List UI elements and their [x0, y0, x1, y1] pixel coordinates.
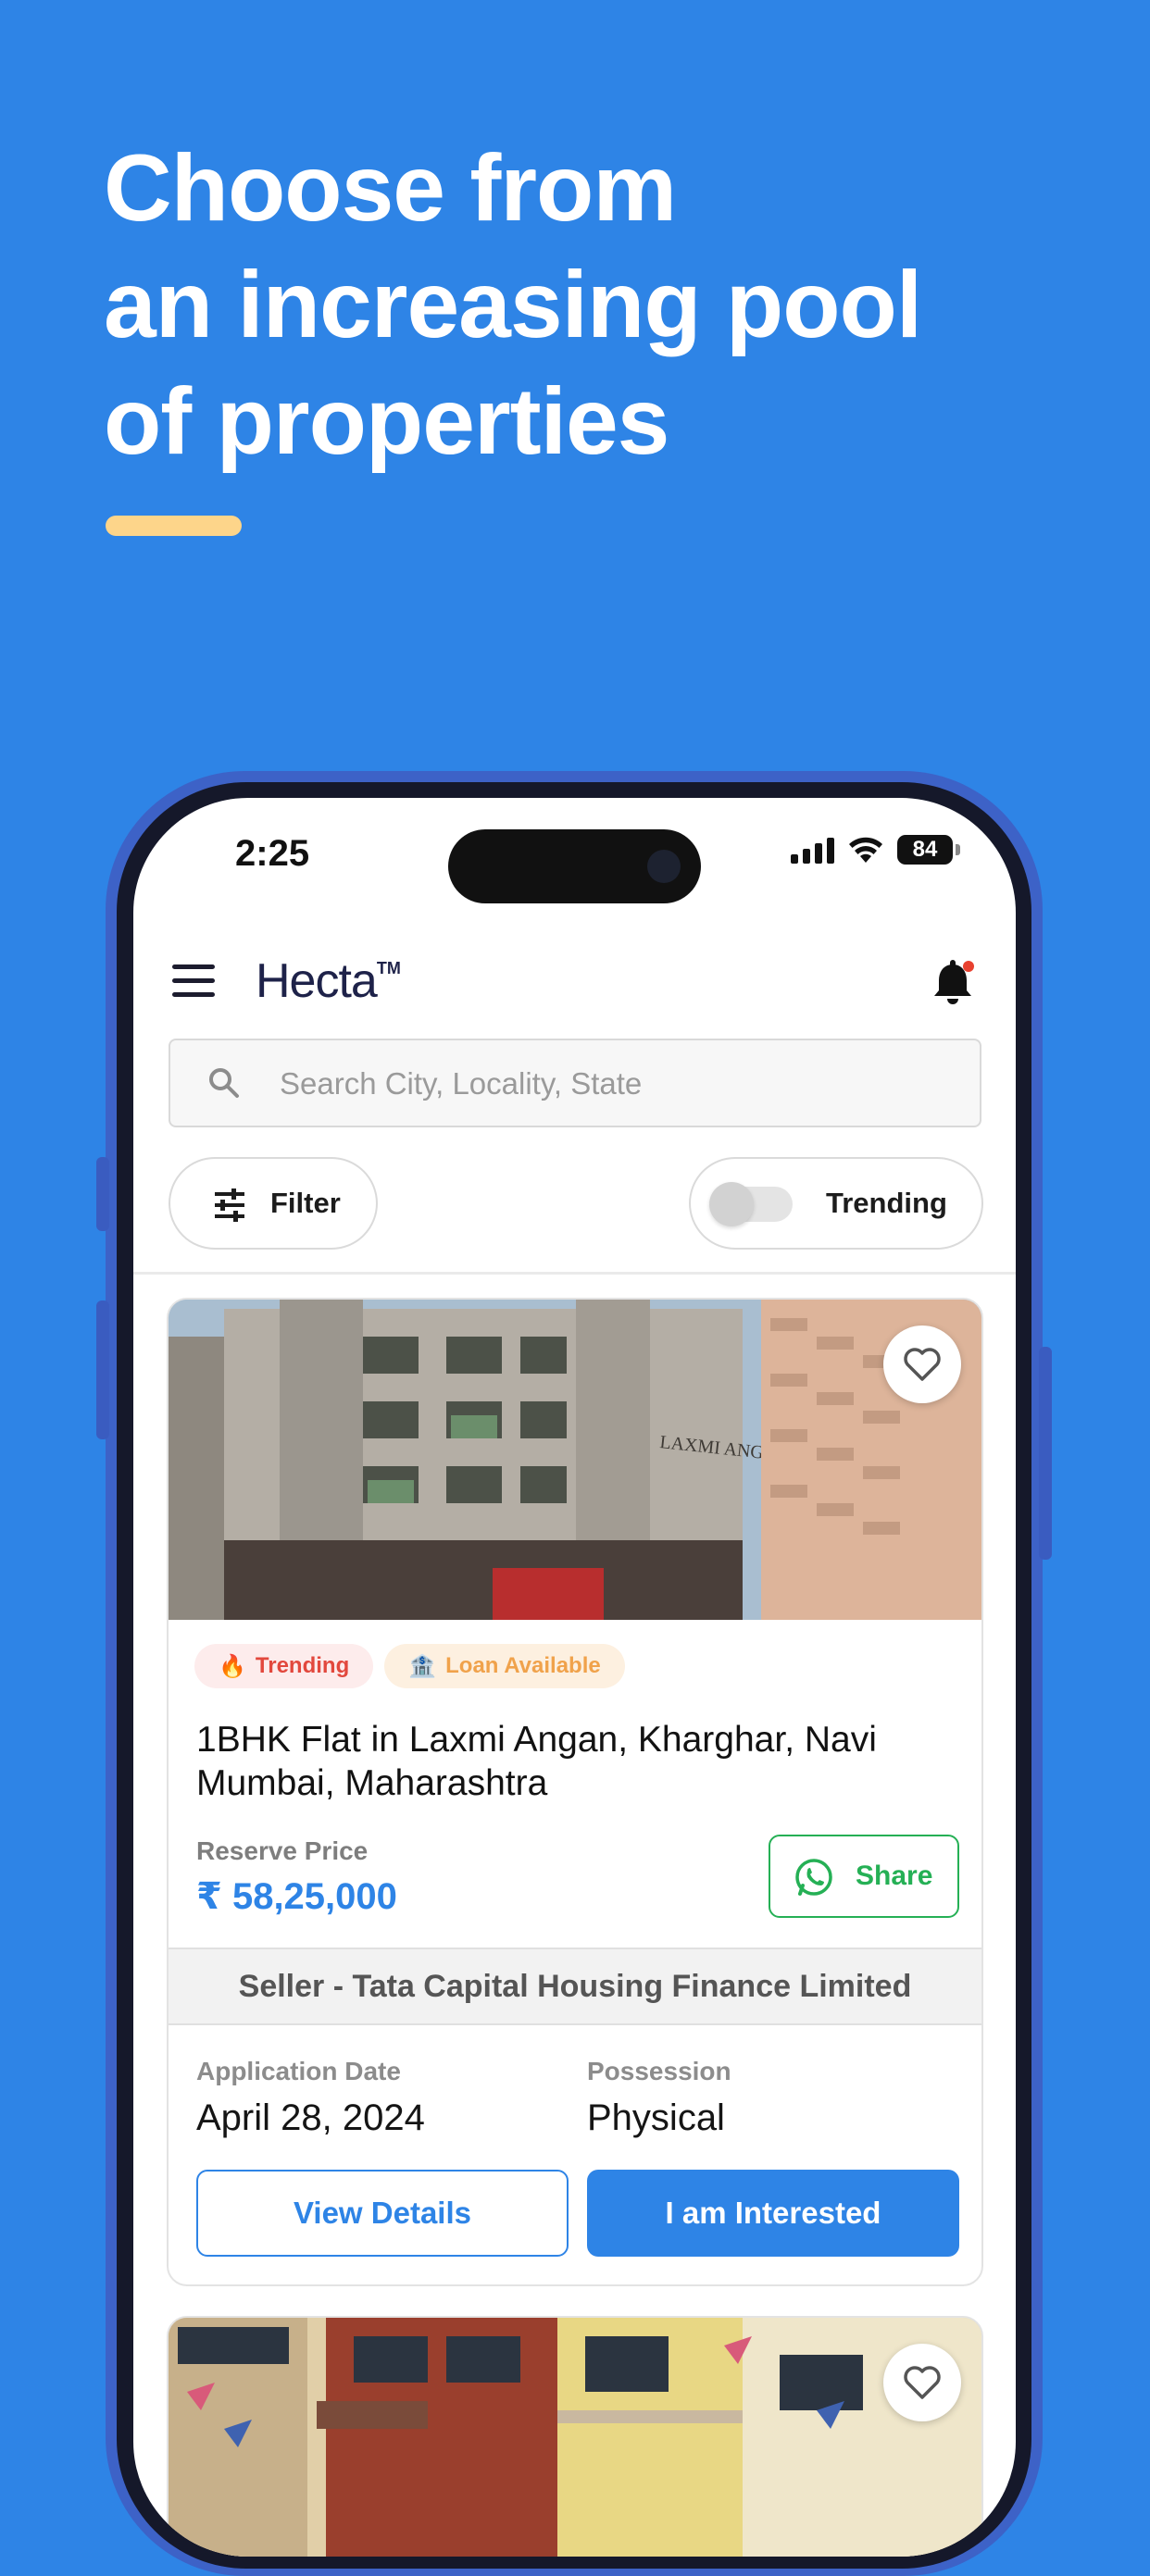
building-illustration: LAXMI ANGAN [169, 1300, 981, 1620]
battery-icon: 84 [897, 835, 960, 865]
reserve-price-label: Reserve Price [196, 1836, 369, 1865]
trending-badge-label: Trending [255, 1653, 350, 1678]
loan-badge-label: Loan Available [445, 1653, 601, 1678]
favorite-button[interactable] [883, 2344, 961, 2421]
loan-badge: 🏦 Loan Available [384, 1644, 625, 1688]
camera-icon [647, 850, 681, 883]
property-title[interactable]: 1BHK Flat in Laxmi Angan, Kharghar, Navi… [196, 1718, 956, 1805]
phone-side-button [96, 1300, 109, 1439]
filter-label: Filter [270, 1187, 341, 1219]
trending-label: Trending [826, 1187, 947, 1219]
property-photo-2 [169, 2318, 981, 2557]
favorite-button[interactable] [883, 1325, 961, 1403]
whatsapp-share-button[interactable]: Share [769, 1835, 959, 1918]
bell-icon[interactable] [927, 957, 979, 1009]
dynamic-island [448, 829, 701, 903]
logo-trademark: TM [376, 959, 401, 977]
headline-line-1: Choose from [104, 135, 677, 241]
headline-line-2: an increasing pool [104, 252, 922, 357]
wifi-icon [849, 837, 882, 863]
app-logo: HectaTM [256, 953, 401, 1009]
logo-text: Hecta [256, 954, 378, 1008]
seller-info: Seller - Tata Capital Housing Finance Li… [169, 1948, 981, 2025]
trending-toggle-chip[interactable]: Trending [689, 1157, 983, 1250]
trending-toggle[interactable] [709, 1182, 793, 1226]
view-details-button[interactable]: View Details [196, 2170, 569, 2257]
application-date-label: Application Date [196, 2057, 401, 2085]
filter-button[interactable]: Filter [169, 1157, 378, 1250]
sliders-icon [215, 1188, 244, 1222]
signal-icon [791, 836, 834, 864]
phone-screen: 2:25 84 HectaTM Search City, Locality, S… [133, 798, 1016, 2557]
phone-side-button [1039, 1347, 1052, 1560]
menu-icon[interactable] [172, 964, 215, 998]
application-date-value: April 28, 2024 [196, 2097, 425, 2138]
heart-icon [904, 2366, 941, 2399]
whatsapp-icon [795, 1859, 832, 1896]
header-divider [133, 1272, 1016, 1275]
badges: 🔥 Trending 🏦 Loan Available [194, 1644, 625, 1688]
reserve-price-value: ₹ 58,25,000 [196, 1876, 397, 1917]
search-placeholder: Search City, Locality, State [280, 1066, 643, 1101]
trending-badge: 🔥 Trending [194, 1644, 374, 1688]
battery-level: 84 [897, 835, 953, 865]
possession-value: Physical [587, 2097, 725, 2138]
fire-icon: 🔥 [219, 1653, 246, 1679]
headline-accent-bar [106, 516, 242, 536]
bank-icon: 🏦 [408, 1653, 437, 1679]
property-card[interactable]: LAXMI ANGAN 🔥 Trending 🏦 Loan Available … [167, 1298, 983, 2286]
possession-label: Possession [587, 2057, 731, 2085]
property-card-2[interactable] [167, 2316, 983, 2557]
heart-icon [904, 1348, 941, 1381]
search-input[interactable]: Search City, Locality, State [169, 1039, 981, 1127]
headline-line-3: of properties [104, 368, 669, 474]
status-time: 2:25 [235, 833, 310, 874]
property-photo[interactable]: LAXMI ANGAN [169, 1300, 981, 1620]
phone-side-button [96, 1157, 109, 1231]
app-header: HectaTM [133, 937, 1016, 1029]
status-icons: 84 [791, 835, 960, 865]
notification-dot [963, 961, 974, 972]
interested-button[interactable]: I am Interested [587, 2170, 959, 2257]
headline: Choose from an increasing pool of proper… [104, 130, 922, 479]
share-label: Share [856, 1860, 933, 1891]
search-icon [209, 1068, 239, 1098]
